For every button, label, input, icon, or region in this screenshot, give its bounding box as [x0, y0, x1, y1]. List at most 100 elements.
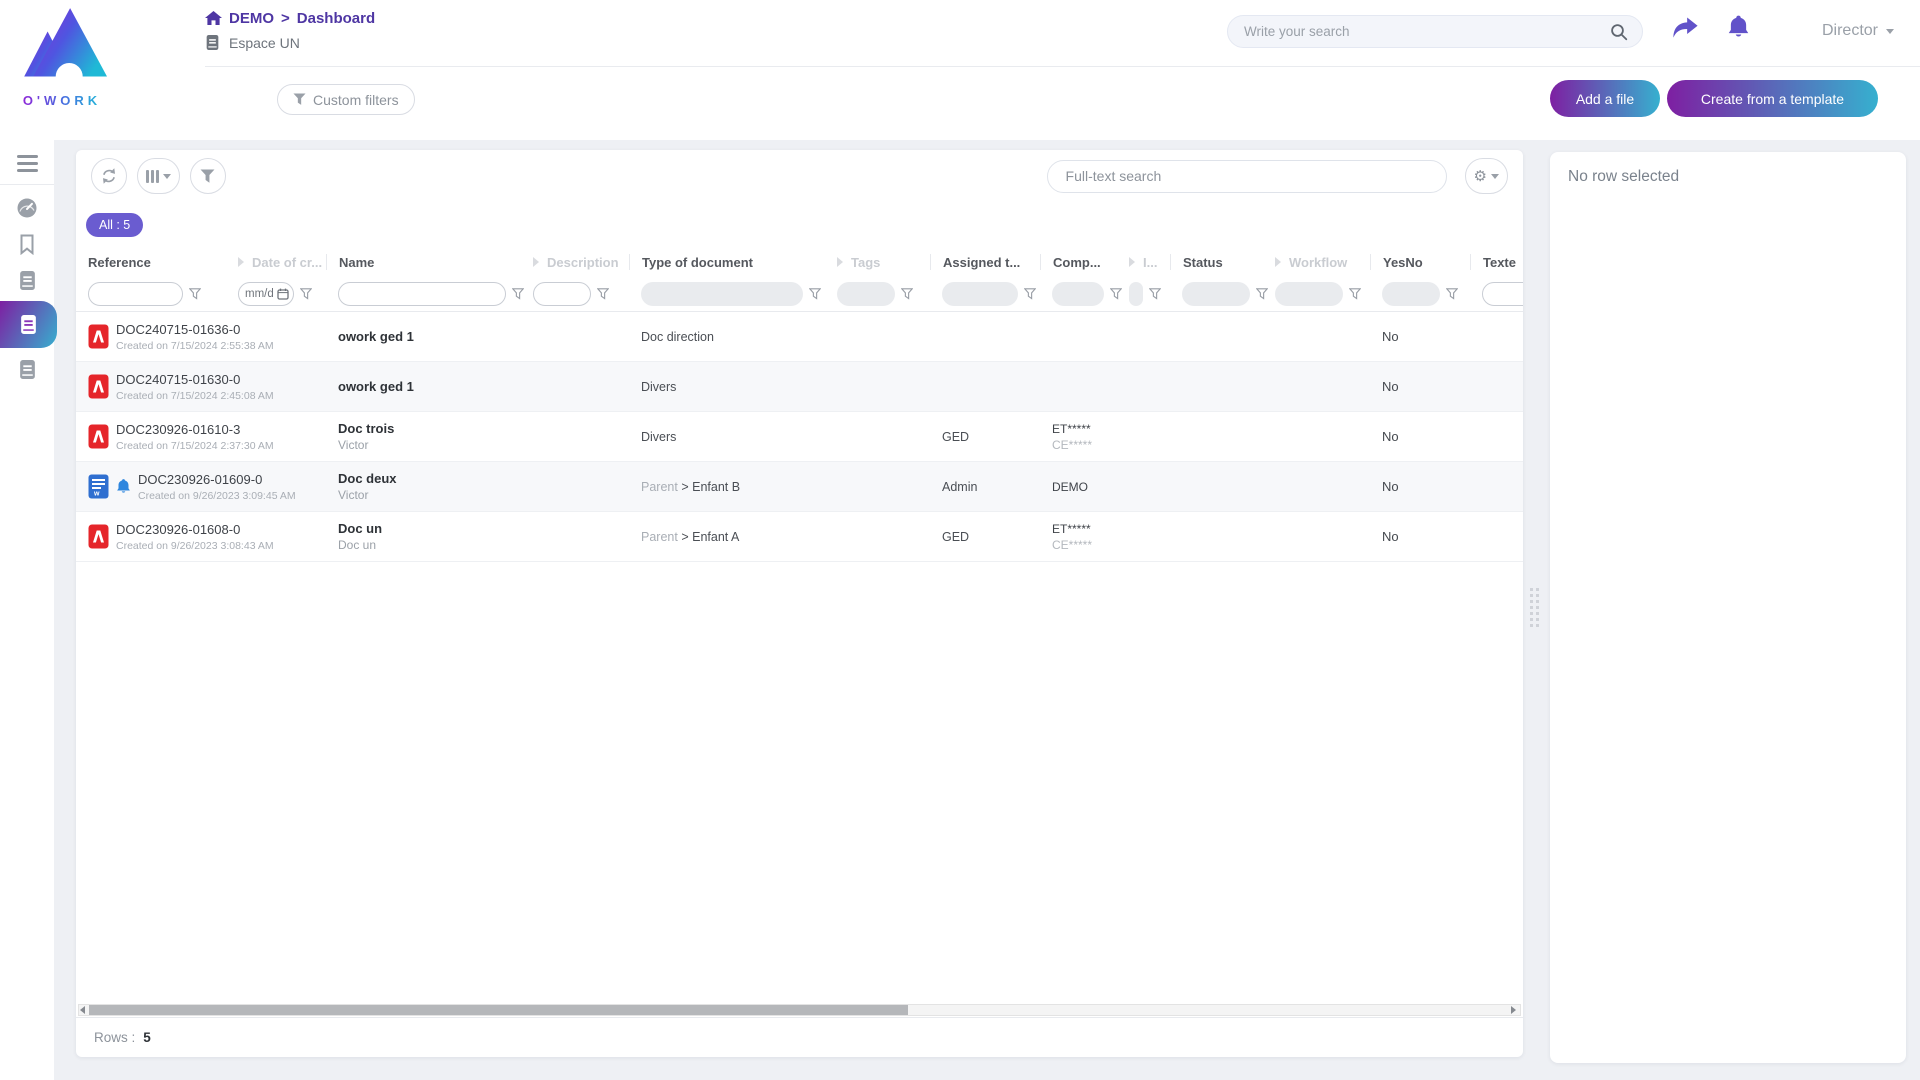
- scrollbar-thumb[interactable]: [89, 1005, 908, 1015]
- column-header-description[interactable]: Description: [521, 254, 629, 270]
- document-created-date: Created on 7/15/2024 2:37:30 AM: [116, 440, 274, 452]
- sidebar-divider: [0, 184, 54, 185]
- table-row[interactable]: w DOC230926-01609-0Created on 9/26/2023 3…: [76, 462, 1523, 512]
- filter-date-input-date-of-cr[interactable]: mm/d: [238, 282, 294, 306]
- document-type: > Enfant B: [681, 480, 740, 494]
- document-created-date: Created on 7/15/2024 2:55:38 AM: [116, 340, 274, 352]
- filter-input-name[interactable]: [338, 282, 506, 306]
- filter-input-reference[interactable]: [88, 282, 183, 306]
- reference-stack: DOC230926-01609-0Created on 9/26/2023 3:…: [138, 472, 296, 502]
- column-label: Assigned t...: [943, 255, 1020, 270]
- horizontal-scrollbar[interactable]: [78, 1003, 1521, 1017]
- filter-funnel-icon[interactable]: [1149, 288, 1161, 300]
- column-header-status[interactable]: Status: [1170, 254, 1263, 270]
- full-text-search[interactable]: [1047, 160, 1447, 193]
- filter-cell-date-of-cr: mm/d: [226, 282, 326, 306]
- column-label: Date of cr...: [252, 255, 322, 270]
- filter-input-description[interactable]: [533, 282, 591, 306]
- filter-funnel-icon[interactable]: [1446, 288, 1458, 300]
- sidebar-item-archives[interactable]: [0, 354, 54, 384]
- table-row[interactable]: DOC240715-01630-0Created on 7/15/2024 2:…: [76, 362, 1523, 412]
- filter-funnel-icon[interactable]: [597, 288, 609, 300]
- column-header-i[interactable]: I...: [1117, 254, 1170, 270]
- table-empty-space: [76, 562, 1523, 1003]
- columns-button[interactable]: [137, 158, 180, 194]
- gear-icon: ⚙: [1474, 169, 1487, 184]
- custom-filters-label: Custom filters: [313, 92, 399, 108]
- refresh-button[interactable]: [91, 158, 127, 194]
- detail-panel: No row selected: [1550, 152, 1906, 1063]
- filter-funnel-icon[interactable]: [809, 288, 821, 300]
- chevron-down-icon: [1886, 29, 1894, 34]
- sidebar-menu-toggle[interactable]: [0, 148, 54, 178]
- breadcrumb: DEMO > Dashboard Espace UN: [205, 10, 375, 51]
- company: DEMO: [1052, 480, 1109, 494]
- filter-input-texte[interactable]: [1482, 282, 1523, 306]
- document-type: > Enfant A: [681, 530, 739, 544]
- document-type: Doc direction: [641, 330, 714, 344]
- column-header-name[interactable]: Name: [326, 254, 521, 270]
- filter-funnel-icon[interactable]: [300, 288, 312, 300]
- document-name-sub: Victor: [338, 438, 513, 452]
- table-settings-button[interactable]: ⚙: [1465, 158, 1508, 194]
- document-name: owork ged 1: [338, 379, 513, 394]
- document-created-date: Created on 9/26/2023 3:08:43 AM: [116, 540, 274, 552]
- scroll-right-button[interactable]: [1511, 1006, 1519, 1014]
- column-label: YesNo: [1383, 255, 1423, 270]
- column-header-type-of-document[interactable]: Type of document: [629, 254, 825, 270]
- sort-arrow-icon: [837, 257, 843, 267]
- sidebar-item-dashboard[interactable]: [0, 193, 54, 223]
- custom-filters-button[interactable]: Custom filters: [277, 84, 415, 115]
- table-row[interactable]: DOC240715-01636-0Created on 7/15/2024 2:…: [76, 312, 1523, 362]
- column-header-assigned-t[interactable]: Assigned t...: [930, 254, 1040, 270]
- table-row[interactable]: DOC230926-01610-3 Created on 7/15/2024 2:…: [76, 412, 1523, 462]
- search-icon[interactable]: [1610, 23, 1628, 41]
- all-count-badge[interactable]: All : 5: [86, 213, 143, 237]
- global-search-input[interactable]: [1242, 23, 1610, 40]
- filter-funnel-icon[interactable]: [1024, 288, 1036, 300]
- breadcrumb-current[interactable]: Dashboard: [297, 10, 375, 27]
- column-header-date-of-cr[interactable]: Date of cr...: [226, 254, 326, 270]
- assigned-to: GED: [942, 430, 969, 444]
- notifications-bell-icon[interactable]: [1727, 14, 1750, 45]
- panel-resize-handle[interactable]: [1530, 588, 1539, 627]
- yesno-value: No: [1382, 329, 1399, 344]
- document-reference: DOC230926-01609-0: [138, 472, 296, 487]
- app-logo[interactable]: O'WORK: [14, 4, 110, 110]
- global-search[interactable]: [1227, 15, 1643, 48]
- svg-text:w: w: [93, 491, 100, 498]
- scroll-left-button[interactable]: [80, 1006, 88, 1014]
- sidebar-item-documents[interactable]: [0, 265, 54, 295]
- column-header-workflow[interactable]: Workflow: [1263, 254, 1370, 270]
- create-from-template-button[interactable]: Create from a template: [1667, 80, 1878, 117]
- share-icon[interactable]: [1672, 17, 1699, 44]
- filter-button[interactable]: [190, 158, 226, 194]
- header-divider: [205, 66, 1920, 67]
- sidebar: [0, 0, 54, 1080]
- filter-disabled-comp: [1052, 282, 1104, 306]
- filter-funnel-icon[interactable]: [901, 288, 913, 300]
- sidebar-item-bookmarks[interactable]: [0, 229, 54, 259]
- filter-funnel-icon[interactable]: [189, 288, 201, 300]
- filter-disabled-yesno: [1382, 282, 1440, 306]
- filter-disabled-tags: [837, 282, 895, 306]
- table-row[interactable]: DOC230926-01608-0Created on 9/26/2023 3:…: [76, 512, 1523, 562]
- column-header-texte[interactable]: Texte: [1470, 254, 1523, 270]
- sort-arrow-icon: [1275, 257, 1281, 267]
- company: ET*****: [1052, 422, 1109, 436]
- calendar-icon[interactable]: [277, 288, 289, 300]
- column-header-comp[interactable]: Comp...: [1040, 254, 1117, 270]
- column-header-reference[interactable]: Reference: [76, 254, 226, 270]
- document-reference: DOC230926-01610-3: [116, 422, 274, 437]
- column-label: Workflow: [1289, 255, 1347, 270]
- home-icon[interactable]: [205, 11, 222, 26]
- sidebar-item-ged-active[interactable]: [0, 301, 57, 348]
- full-text-search-input[interactable]: [1064, 167, 1430, 185]
- column-header-yesno[interactable]: YesNo: [1370, 254, 1470, 270]
- filter-funnel-icon[interactable]: [1349, 288, 1361, 300]
- table-body: DOC240715-01636-0Created on 7/15/2024 2:…: [76, 312, 1523, 562]
- add-file-button[interactable]: Add a file: [1550, 80, 1660, 117]
- column-header-tags[interactable]: Tags: [825, 254, 930, 270]
- breadcrumb-root[interactable]: DEMO: [229, 10, 274, 27]
- user-role-menu[interactable]: Director: [1822, 22, 1894, 40]
